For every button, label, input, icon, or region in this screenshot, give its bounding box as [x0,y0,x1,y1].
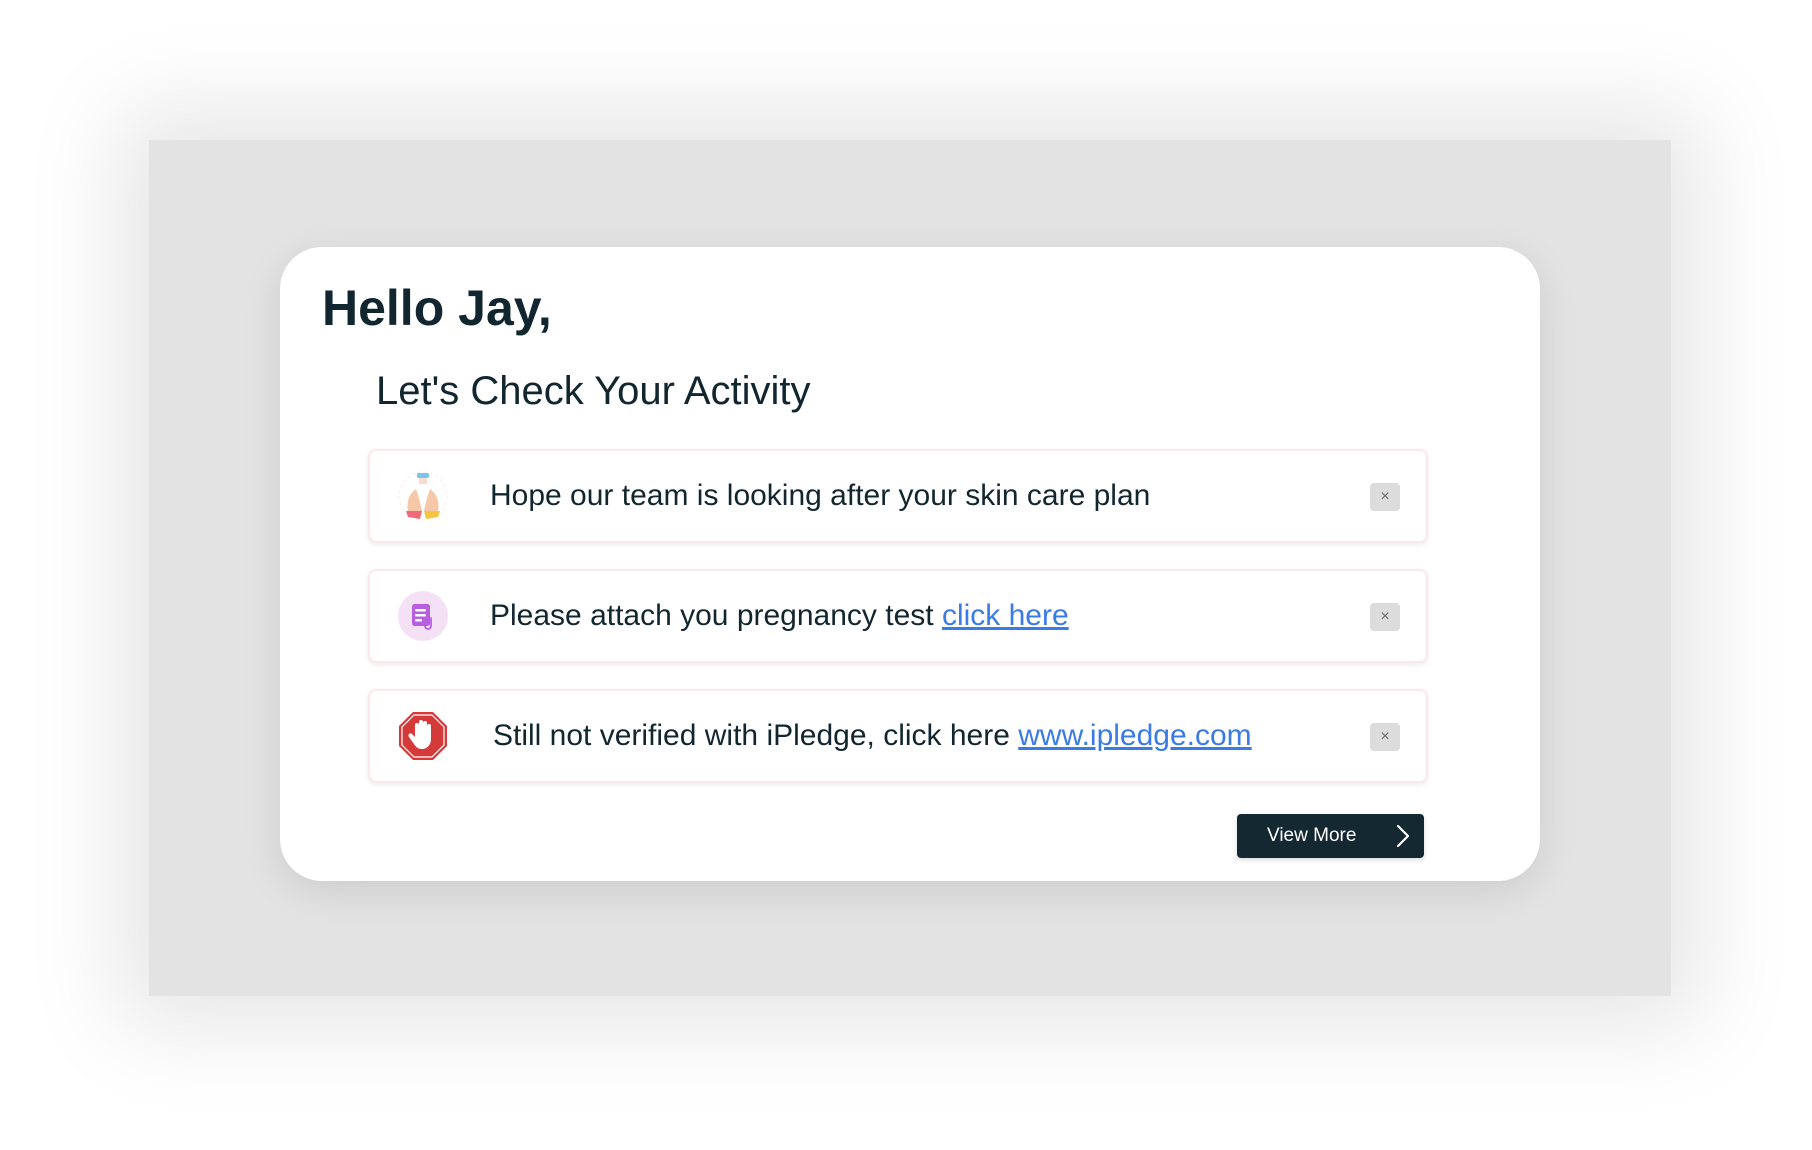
hand-care-icon [398,471,448,521]
chevron-right-icon [1394,824,1412,848]
notification-text: Hope our team is looking after your skin… [490,479,1151,512]
close-button[interactable]: × [1370,483,1400,511]
view-more-button[interactable]: View More [1237,814,1424,858]
view-more-label: View More [1267,825,1357,846]
activity-card: Hello Jay, Let's Check Your Activity Hop… [280,247,1540,881]
greeting-heading: Hello Jay, [322,280,552,336]
stop-hand-icon [398,711,448,761]
notification-ipledge: Still not verified with iPledge, click h… [368,689,1428,783]
notification-skin-care: Hope our team is looking after your skin… [368,449,1428,543]
click-here-link[interactable]: click here [942,599,1069,632]
close-button[interactable]: × [1370,603,1400,631]
ipledge-link[interactable]: www.ipledge.com [1018,719,1251,752]
document-attach-icon [398,591,448,641]
activity-subtitle: Let's Check Your Activity [376,369,811,413]
notification-text: Please attach you pregnancy test click h… [490,599,1069,632]
close-button[interactable]: × [1370,723,1400,751]
notification-pregnancy-test: Please attach you pregnancy test click h… [368,569,1428,663]
notification-text: Still not verified with iPledge, click h… [493,719,1252,752]
